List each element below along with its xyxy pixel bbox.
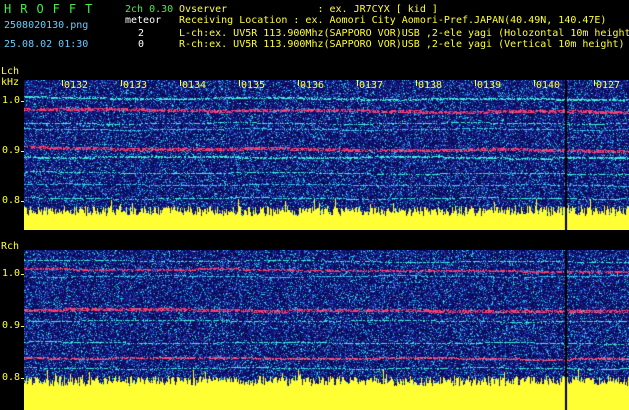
- minute-marker-label: 0135: [241, 80, 266, 91]
- minute-marker-label: 0136: [300, 80, 325, 91]
- minute-marker-tick: [416, 80, 417, 86]
- minute-marker-tick: [475, 80, 476, 86]
- minute-marker-label: 0133: [123, 80, 148, 91]
- minute-marker-tick: [239, 80, 240, 86]
- app-title: HROFFT: [4, 2, 102, 16]
- minute-marker-tick: [594, 80, 595, 86]
- minute-marker-tick: [121, 80, 122, 86]
- minute-marker-tick: [62, 80, 63, 86]
- rch-channel-label: Rch: [1, 241, 20, 252]
- minute-marker-label: 0138: [418, 80, 443, 91]
- rch-spectrogram: [24, 250, 629, 410]
- observer-info: Ovserver : ex. JR7CYX [ kid ]: [179, 4, 438, 15]
- lch-ytick-label: 0.8: [2, 195, 21, 206]
- filename-label: 2508020130.png: [4, 20, 89, 31]
- meteor-label: meteor: [125, 15, 162, 26]
- minute-marker-label: 0134: [182, 80, 207, 91]
- rch-ytick-label: 1.0: [2, 268, 21, 279]
- minute-marker-label: 0132: [64, 80, 89, 91]
- minute-marker-tick: [298, 80, 299, 86]
- lch-spectrogram: [24, 80, 629, 230]
- datetime-label: 25.08.02 01:30: [4, 39, 89, 50]
- meteor-count-lch: 2: [138, 28, 145, 39]
- rch-ytick-label: 0.9: [2, 320, 21, 331]
- minute-marker-label: 0140: [536, 80, 561, 91]
- lch-ytick-label: 0.9: [2, 145, 21, 156]
- lch-unit-label: kHz: [1, 77, 20, 88]
- minute-marker-label: 0139: [477, 80, 502, 91]
- minute-marker-label: 0137: [359, 80, 384, 91]
- minute-marker-tick: [534, 80, 535, 86]
- lch-channel-label: Lch: [1, 66, 20, 77]
- lch-ytick-label: 1.0: [2, 95, 21, 106]
- rch-receiver-info: R-ch:ex. UV5R 113.900Mhz(SAPPORO VOR)USB…: [179, 39, 625, 50]
- minute-marker-tick: [357, 80, 358, 86]
- minute-marker-tick: [180, 80, 181, 86]
- minute-marker-label: 0127: [596, 80, 621, 91]
- meteor-count-rch: 0: [138, 39, 145, 50]
- channel-label: 2ch 0.30: [125, 4, 174, 15]
- lch-receiver-info: L-ch:ex. UV5R 113.900Mhz(SAPPORO VOR)USB…: [179, 28, 629, 39]
- rch-ytick-label: 0.8: [2, 372, 21, 383]
- location-info: Receiving Location : ex. Aomori City Aom…: [179, 15, 607, 26]
